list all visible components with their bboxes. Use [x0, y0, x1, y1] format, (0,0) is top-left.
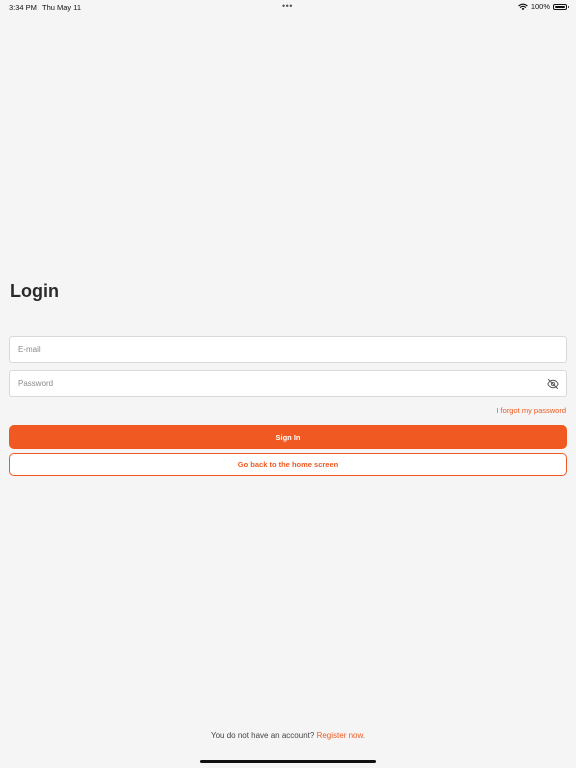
go-home-button[interactable]: Go back to the home screen: [9, 453, 567, 476]
status-bar: 3:34 PM Thu May 11 ••• 100%: [0, 0, 576, 14]
status-date: Thu May 11: [42, 3, 82, 12]
password-field-container: [9, 370, 567, 397]
email-field[interactable]: [10, 337, 566, 362]
battery-icon: [553, 3, 569, 10]
battery-percentage: 100%: [530, 2, 550, 11]
register-link[interactable]: Register now.: [317, 731, 365, 740]
forgot-password-link[interactable]: I forgot my password: [496, 406, 566, 415]
password-field[interactable]: [10, 371, 566, 396]
wifi-icon: [518, 3, 528, 10]
no-account-text: You do not have an account?: [210, 731, 315, 740]
page-title: Login: [10, 281, 59, 301]
eye-off-icon[interactable]: [547, 378, 559, 390]
email-field-container: [9, 336, 567, 363]
sign-in-button[interactable]: Sign In: [9, 425, 567, 449]
home-indicator[interactable]: [200, 760, 376, 763]
footer: You do not have an account? Register now…: [0, 731, 576, 740]
status-indicators: 100%: [518, 2, 569, 11]
multitasking-dots-icon[interactable]: •••: [282, 1, 293, 11]
status-time: 3:34 PM: [9, 3, 37, 12]
battery-level: [555, 5, 565, 8]
